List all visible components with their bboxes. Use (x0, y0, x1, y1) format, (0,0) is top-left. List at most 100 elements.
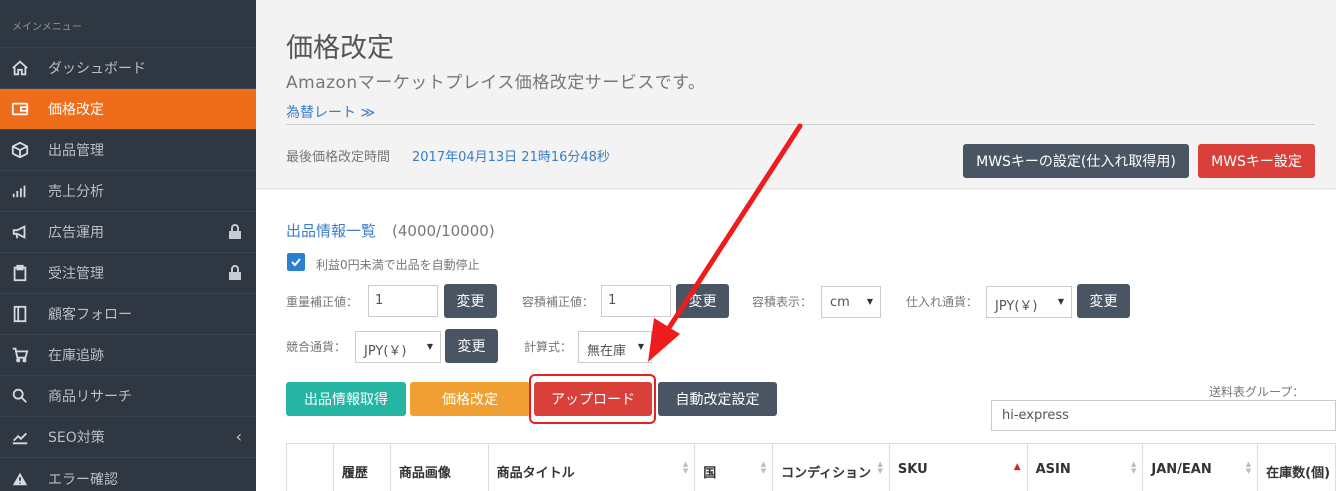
sidebar-item-label: SEO対策 (48, 430, 105, 446)
sidebar: メインメニュー ダッシュボード 価格改定 出品管理 売上分析 広告運用 受注管理… (0, 0, 256, 491)
last-reprice-label: 最後価格改定時間 (286, 150, 391, 165)
column-header-select (287, 444, 334, 491)
sidebar-item-research[interactable]: 商品リサーチ (0, 376, 256, 417)
sidebar-item-dashboard[interactable]: ダッシュボード (0, 48, 256, 89)
mws-settings-button[interactable]: MWSキー設定 (1198, 144, 1315, 178)
sidebar-item-label: 商品リサーチ (48, 389, 132, 405)
sidebar-item-label: 価格改定 (48, 102, 104, 118)
column-header-label: ASIN (1035, 462, 1071, 477)
column-header-label: 商品画像 (398, 466, 451, 481)
sort-asc-icon: ▲ (1013, 462, 1021, 472)
purchase-currency-select[interactable]: JPY(￥) (986, 286, 1072, 318)
volume-label: 容積補正値： (522, 295, 595, 309)
auto-stop-checkbox[interactable] (287, 253, 305, 271)
exchange-rate-link[interactable]: 為替レート ≫ (286, 102, 375, 122)
clipboard-icon (10, 263, 30, 283)
megaphone-icon (10, 222, 30, 242)
shipping-group-label: 送料表グループ： (1209, 385, 1305, 399)
auto-stop-label: 利益0円未満で出品を自動停止 (316, 258, 480, 272)
sidebar-item-repricing[interactable]: 価格改定 (0, 89, 256, 130)
sidebar-item-label: 売上分析 (48, 184, 104, 200)
lock-icon (228, 224, 242, 244)
search-icon (10, 386, 30, 406)
volume-display-label: 容積表示： (752, 295, 813, 309)
book-icon (10, 304, 30, 324)
sidebar-item-stock-tracking[interactable]: 在庫追跡 (0, 335, 256, 376)
sort-icon: ▲ ▼ (877, 460, 883, 475)
shipping-group-input[interactable]: hi-express (991, 400, 1336, 431)
competitor-currency-label: 競合通貨： (286, 340, 347, 354)
sidebar-item-label: 顧客フォロー (48, 307, 132, 323)
sort-icon: ▲ ▼ (1131, 460, 1137, 475)
page-title: 価格改定 (286, 33, 394, 64)
mws-purchase-settings-button[interactable]: MWSキーの設定(仕入れ取得用) (963, 144, 1189, 178)
reprice-button[interactable]: 価格改定 (410, 382, 530, 416)
column-header-image: 商品画像 (391, 444, 489, 491)
listing-title-text: 出品情報一覧 (286, 222, 377, 240)
column-header-stock[interactable]: 在庫数(個) (1258, 444, 1335, 491)
weight-input[interactable]: 1 (368, 285, 438, 317)
column-header-country[interactable]: 国 ▲ ▼ (695, 444, 774, 491)
divider (286, 124, 1315, 125)
upload-highlight (529, 374, 656, 424)
line-chart-icon (10, 427, 30, 447)
column-header-label: 在庫数(個) (1266, 466, 1331, 481)
sidebar-item-label: ダッシュボード (48, 61, 146, 77)
sidebar-item-label: エラー確認 (48, 471, 118, 488)
sidebar-item-ads[interactable]: 広告運用 (0, 212, 256, 253)
column-header-jan[interactable]: JAN/EAN ▲ ▼ (1143, 444, 1259, 491)
column-header-label: 国 (703, 466, 717, 481)
column-header-title[interactable]: 商品タイトル ▲ ▼ (489, 444, 696, 491)
formula-label: 計算式： (524, 340, 573, 354)
fetch-listing-button[interactable]: 出品情報取得 (286, 382, 406, 416)
home-icon (10, 58, 30, 78)
box-icon (10, 140, 30, 160)
listing-panel: 出品情報一覧 (4000/10000) 利益0円未満で出品を自動停止 重量補正値：… (256, 190, 1336, 491)
volume-display-select[interactable]: cm (821, 286, 881, 318)
sidebar-item-customer-follow[interactable]: 顧客フォロー (0, 294, 256, 335)
sidebar-item-sales[interactable]: 売上分析 (0, 171, 256, 212)
check-icon (291, 258, 301, 267)
volume-input[interactable]: 1 (601, 285, 671, 317)
column-header-label: SKU (897, 462, 928, 477)
competitor-currency-select[interactable]: JPY(￥) (355, 331, 441, 363)
sidebar-item-listing[interactable]: 出品管理 (0, 130, 256, 171)
column-header-label: コンディション (781, 466, 872, 481)
bar-chart-icon (10, 181, 30, 201)
listing-title: 出品情報一覧 (4000/10000) (286, 220, 495, 241)
warning-icon (10, 469, 30, 489)
cart-icon (10, 345, 30, 365)
column-header-history: 履歴 (334, 444, 391, 491)
sort-icon: ▲ ▼ (760, 460, 767, 475)
column-header-label: 商品タイトル (496, 466, 575, 481)
weight-change-button[interactable]: 変更 (444, 284, 497, 318)
column-header-asin[interactable]: ASIN ▲ ▼ (1028, 444, 1144, 491)
auto-reprice-settings-button[interactable]: 自動改定設定 (658, 382, 777, 416)
last-reprice-time: 2017年04月13日 21時16分48秒 (412, 150, 610, 165)
chevron-left-icon[interactable]: ‹ (236, 427, 242, 446)
column-header-label: JAN/EAN (1151, 462, 1212, 477)
column-header-condition[interactable]: コンディション ▲ ▼ (773, 444, 890, 491)
sort-icon: ▲ ▼ (1245, 460, 1252, 475)
sidebar-item-orders[interactable]: 受注管理 (0, 253, 256, 294)
sidebar-item-label: 受注管理 (48, 266, 104, 282)
column-header-sku[interactable]: SKU ▲ (890, 444, 1028, 491)
sidebar-item-seo[interactable]: SEO対策 ‹ (0, 417, 256, 458)
formula-select[interactable]: 無在庫 (578, 331, 652, 363)
page-header: 価格改定 Amazonマーケットプレイス価格改定サービスです。 為替レート ≫ … (256, 0, 1336, 189)
volume-change-button[interactable]: 変更 (676, 284, 729, 318)
sidebar-item-errors[interactable]: エラー確認 (0, 458, 256, 491)
purchase-currency-change-button[interactable]: 変更 (1077, 284, 1130, 318)
column-header-label: 履歴 (341, 466, 368, 481)
table-header: 履歴 商品画像 商品タイトル ▲ ▼ 国 ▲ ▼ コンディション ▲ ▼ SKU ▲ ASIN… (286, 443, 1336, 491)
lock-icon (228, 265, 242, 285)
weight-label: 重量補正値： (286, 295, 359, 309)
listing-count: (4000/10000) (392, 222, 495, 240)
sidebar-item-label: 出品管理 (48, 143, 104, 159)
sort-icon: ▲ ▼ (682, 460, 689, 475)
competitor-currency-change-button[interactable]: 変更 (445, 329, 498, 363)
sidebar-header: メインメニュー (0, 0, 256, 48)
wallet-icon (10, 99, 30, 119)
sidebar-item-label: 広告運用 (48, 225, 104, 241)
page-subtitle: Amazonマーケットプレイス価格改定サービスです。 (286, 73, 706, 93)
